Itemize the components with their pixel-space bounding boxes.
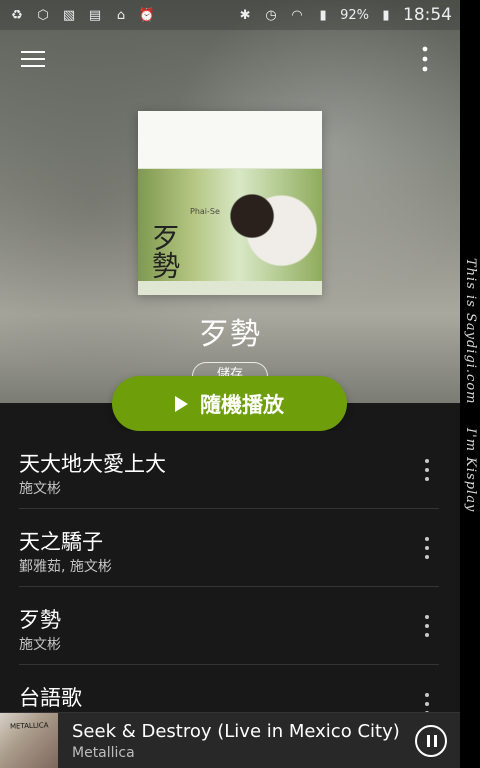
status-bar: ♻ ⬡ ▧ ▤ ⌂ ⏰ ✱ ◷ ◠ ▮ 92% ▮ 18:54 (0, 0, 460, 30)
dropbox-icon: ⬡ (37, 7, 49, 23)
now-playing-album-art: METALLICA (0, 713, 58, 768)
more-options-button[interactable] (404, 38, 446, 80)
top-actions (0, 38, 460, 80)
pause-icon-bar (434, 735, 437, 747)
now-playing-artist: Metallica (72, 745, 135, 761)
track-list: 天大地大愛上大 施文彬 天之驕子 鄞雅茹, 施文彬 歹勢 施文彬 台語歌 (0, 431, 460, 715)
more-vertical-icon (422, 46, 428, 72)
alarm-off-icon: ⏰ (138, 7, 156, 23)
track-more-button[interactable] (419, 537, 435, 559)
more-dot-icon (425, 615, 429, 619)
gallery-icon: ⌂ (116, 7, 126, 23)
album-cover-small-text-art: Phai-Se (190, 207, 220, 216)
more-dot-icon (425, 624, 429, 628)
more-dot-icon (425, 702, 429, 706)
image-icon: ▧ (62, 7, 76, 23)
more-dot-icon (425, 633, 429, 637)
side-watermark-text: I'm Kisplay (463, 428, 478, 513)
pause-button[interactable] (415, 725, 447, 757)
shuffle-play-button[interactable]: 隨機播放 (112, 376, 347, 431)
alarm-icon: ◷ (265, 7, 277, 23)
status-time: 18:54 (403, 5, 452, 25)
battery-icon: ▮ (382, 7, 390, 23)
album-art-text-art: METALLICA (9, 721, 49, 731)
track-more-button[interactable] (419, 615, 435, 637)
track-title: 歹勢 (19, 608, 61, 632)
app-screen: ♻ ⬡ ▧ ▤ ⌂ ⏰ ✱ ◷ ◠ ▮ 92% ▮ 18:54 歹勢 Phai-… (0, 0, 460, 768)
album-cover: 歹勢 Phai-Se (138, 111, 322, 295)
more-dot-icon (425, 459, 429, 463)
more-dot-icon (425, 555, 429, 559)
album-title: 歹勢 (199, 317, 261, 352)
track-row[interactable]: 天大地大愛上大 施文彬 (19, 431, 439, 509)
bluetooth-icon: ✱ (239, 7, 251, 23)
recycle-icon: ♻ (11, 7, 23, 23)
more-dot-icon (425, 693, 429, 697)
status-right-icons: ✱ ◷ ◠ ▮ 92% ▮ 18:54 (236, 5, 452, 25)
track-artist: 施文彬 (19, 481, 61, 497)
menu-icon (21, 51, 45, 67)
now-playing-title: Seek & Destroy (Live in Mexico City) (72, 721, 400, 742)
status-left-icons: ♻ ⬡ ▧ ▤ ⌂ ⏰ (8, 6, 156, 24)
signal-icon: ▮ (319, 7, 327, 23)
battery-percent: 92% (340, 7, 369, 23)
track-artist: 施文彬 (19, 637, 61, 653)
wifi-icon: ◠ (291, 7, 303, 23)
track-title: 天之驕子 (19, 530, 103, 554)
track-title: 台語歌 (19, 686, 82, 710)
play-icon (175, 395, 188, 412)
menu-button[interactable] (12, 38, 54, 80)
album-cover-title-art: 歹勢 (148, 223, 181, 279)
more-dot-icon (425, 537, 429, 541)
track-row[interactable]: 天之驕子 鄞雅茹, 施文彬 (19, 509, 439, 587)
more-dot-icon (425, 477, 429, 481)
more-dot-icon (425, 546, 429, 550)
track-more-button[interactable] (419, 459, 435, 481)
more-dot-icon (425, 468, 429, 472)
news-icon: ▤ (88, 7, 102, 23)
track-row[interactable]: 歹勢 施文彬 (19, 587, 439, 665)
pause-icon-bar (427, 735, 430, 747)
mini-player[interactable]: METALLICA Seek & Destroy (Live in Mexico… (0, 712, 460, 768)
side-watermark-text: This is Saydigi.com (463, 258, 478, 405)
track-title: 天大地大愛上大 (19, 452, 166, 476)
track-artist: 鄞雅茹, 施文彬 (19, 559, 112, 575)
shuffle-play-label: 隨機播放 (200, 392, 284, 417)
